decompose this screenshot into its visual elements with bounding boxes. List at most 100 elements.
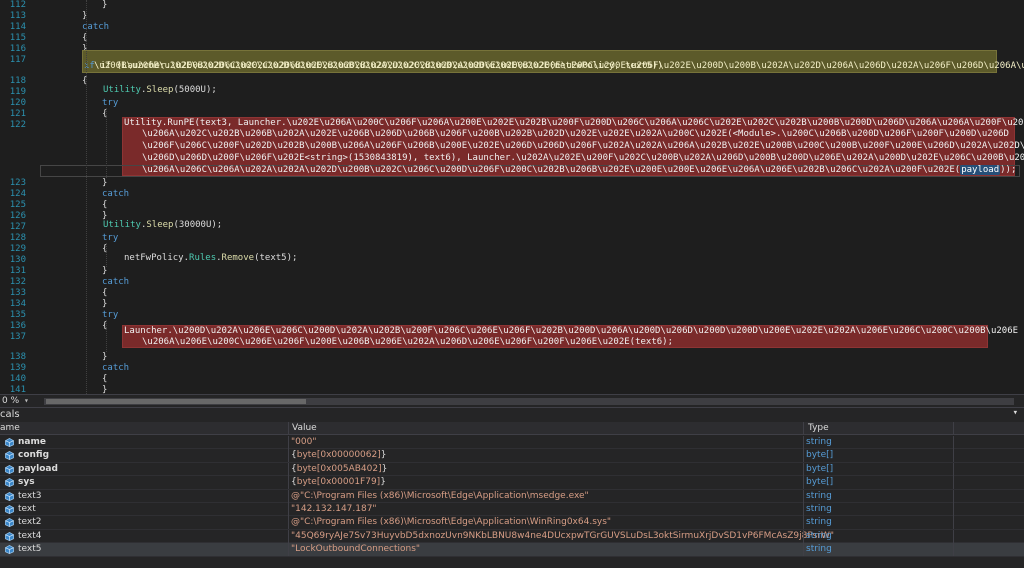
cell-separator — [953, 462, 954, 476]
array-type-prefix: byte[ — [296, 450, 321, 461]
line-number: 119 — [9, 87, 26, 97]
code-line: try — [102, 310, 119, 320]
line-number: 139 — [9, 363, 26, 373]
line-number: 134 — [9, 299, 26, 309]
line-number: 127 — [9, 222, 26, 232]
line-number: 129 — [9, 244, 26, 254]
code-line: { — [102, 288, 108, 298]
locals-column-header: ame Value Type — [0, 422, 1024, 435]
variable-icon — [5, 451, 14, 461]
locals-row[interactable]: sys {byte[0x00001F79]} byte[] — [0, 476, 1024, 490]
variable-icon — [5, 531, 14, 541]
locals-row[interactable]: text5 "LockOutboundConnections" string — [0, 543, 1024, 557]
line-number: 114 — [9, 22, 26, 32]
payload-selected-token[interactable]: payload — [960, 165, 1001, 175]
local-value: {byte[0x005AB402]} — [291, 464, 387, 474]
line-number: 133 — [9, 288, 26, 298]
local-type: string — [806, 490, 832, 501]
local-value: "LockOutboundConnections" — [291, 544, 421, 555]
cell-separator — [953, 529, 954, 543]
column-type-header[interactable]: Type — [808, 423, 829, 433]
code-line: { — [102, 200, 108, 210]
local-value: @"C:\Program Files (x86)\Microsoft\Edge\… — [291, 490, 589, 501]
line-number: 123 — [9, 178, 26, 188]
cell-separator — [803, 529, 804, 543]
locals-row[interactable]: text "142.132.147.187" string — [0, 502, 1024, 517]
local-value: "45Q69ryAJe7Sv73HuyvbD5dxnozUvn9NKbLBNU8… — [291, 530, 835, 541]
cell-separator — [288, 449, 289, 463]
code-line: } — [102, 352, 108, 362]
code-line: } — [102, 385, 108, 394]
local-name: text3 — [18, 490, 42, 501]
horizontal-scrollbar[interactable] — [44, 398, 1014, 405]
cell-separator — [803, 436, 804, 449]
locals-row[interactable]: text3 @"C:\Program Files (x86)\Microsoft\… — [0, 489, 1024, 503]
variable-icon — [5, 438, 14, 447]
cell-separator — [288, 502, 289, 516]
local-type: string — [806, 517, 832, 528]
brace: } — [380, 477, 386, 488]
cell-separator — [803, 502, 804, 516]
line-number: 118 — [9, 76, 26, 86]
cell-separator — [288, 489, 289, 503]
line-number: 136 — [9, 321, 26, 331]
code-editor[interactable]: 112 113 114 115 116 117 118 119 120 121 122 123 124 1… — [0, 0, 1024, 394]
local-type: byte[] — [806, 477, 834, 488]
locals-panel: cals ▾ ame Value Type name "000" string con… — [0, 407, 1024, 568]
cell-separator — [803, 462, 804, 476]
cell-separator — [288, 543, 289, 557]
sleep-args: (5000U); — [173, 85, 217, 95]
locals-row[interactable]: config {byte[0x00000062]} byte[] — [0, 449, 1024, 463]
locals-title: cals — [0, 409, 20, 420]
local-name: text — [18, 503, 36, 514]
code-line: catch — [102, 277, 130, 287]
line-137-code-2: \u206A\u206E\u200C\u206E\u206F\u200E\u20… — [142, 337, 674, 347]
line-number: 141 — [9, 385, 26, 394]
code-line: catch — [102, 363, 130, 373]
code-line: } — [102, 266, 108, 276]
local-value: {byte[0x00000062]} — [291, 450, 386, 460]
array-length: 0x005AB402 — [320, 463, 379, 474]
line-number: 137 — [9, 332, 26, 342]
cell-separator — [288, 516, 289, 530]
column-name-header[interactable]: ame — [0, 423, 20, 433]
line-137-code-1: Launcher.\u200D\u202A\u206E\u206C\u200D\… — [124, 326, 1019, 336]
column-separator[interactable] — [288, 422, 289, 435]
panel-menu-icon[interactable]: ▾ — [1013, 408, 1018, 418]
locals-row[interactable]: payload {byte[0x005AB402]} byte[] — [0, 462, 1024, 477]
brace: } — [381, 463, 388, 474]
zoom-dropdown-icon[interactable]: ▾ — [24, 396, 29, 405]
scrollbar-thumb[interactable] — [46, 399, 306, 404]
line-number: 117 — [9, 55, 26, 65]
column-separator[interactable] — [803, 422, 804, 435]
local-value: "000" — [291, 437, 317, 447]
column-value-header[interactable]: Value — [292, 423, 317, 433]
column-separator[interactable] — [953, 422, 954, 435]
line-number: 124 — [9, 189, 26, 199]
line-127-code: Utility.Sleep(30000U); — [103, 220, 223, 230]
local-value: "142.132.147.187" — [291, 503, 377, 514]
cell-separator — [953, 489, 954, 503]
local-name: text4 — [18, 530, 42, 541]
variable-icon — [5, 491, 14, 501]
locals-row[interactable]: text4 "45Q69ryAJe7Sv73HuyvbD5dxnozUvn9NKb… — [0, 529, 1024, 544]
indent-guide — [106, 108, 107, 178]
line-117-text-2: \u200B\u206B\u202E\u202D\u200C\u202D\u20… — [94, 61, 663, 71]
local-name: name — [18, 437, 46, 447]
line-number: 125 — [9, 200, 26, 210]
code-line: try — [102, 98, 119, 108]
local-type: byte[] — [806, 450, 834, 461]
code-line: } — [102, 299, 108, 309]
variable-icon — [5, 518, 14, 528]
line-number: 132 — [9, 277, 26, 287]
cell-separator — [953, 449, 954, 463]
locals-row[interactable]: name "000" string — [0, 436, 1024, 450]
locals-row[interactable]: text2 @"C:\Program Files (x86)\Microsoft\… — [0, 516, 1024, 530]
code-line: } — [102, 178, 108, 188]
line-122-code-3: \u206F\u206C\u200F\u202D\u202B\u200B\u20… — [142, 141, 1024, 151]
cell-separator — [803, 516, 804, 530]
line-number: 112 — [9, 0, 26, 10]
zoom-level[interactable]: 0 % — [2, 396, 19, 406]
indent-guide — [106, 243, 107, 267]
line-119-code: Utility.Sleep(5000U); — [103, 85, 217, 95]
